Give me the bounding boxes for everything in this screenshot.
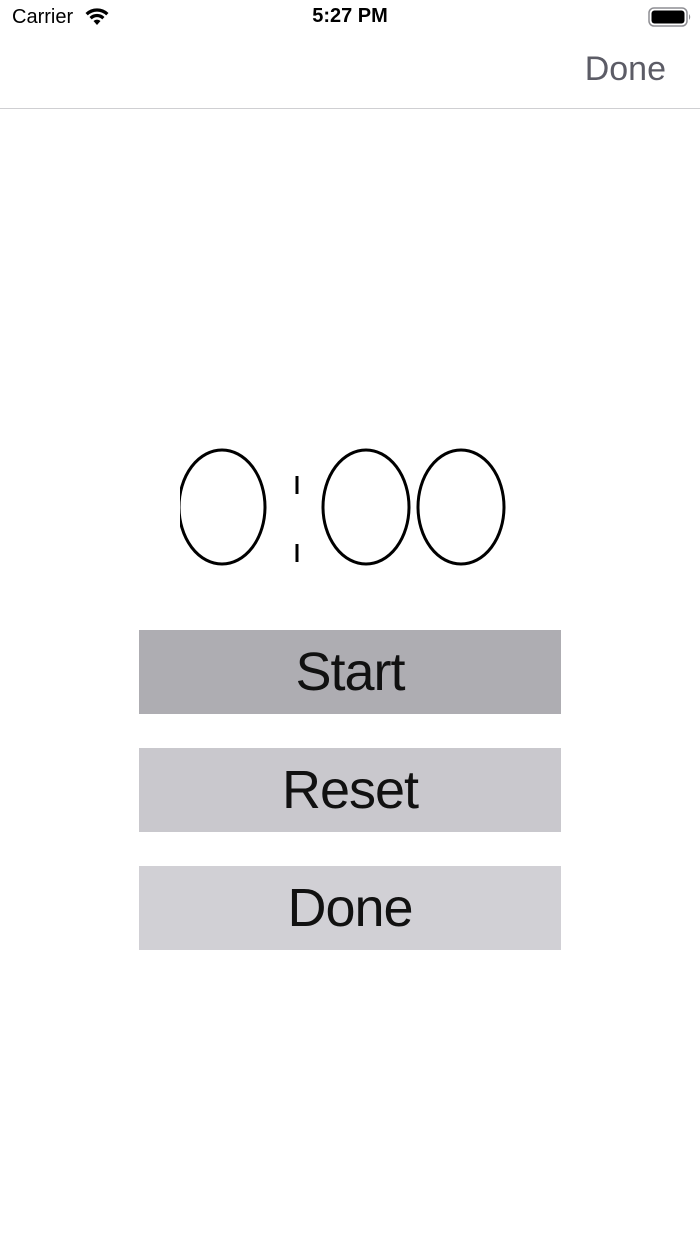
navigation-bar: Done — [0, 36, 700, 109]
done-button[interactable]: Done — [139, 866, 561, 950]
status-bar: Carrier 5:27 PM — [0, 0, 700, 36]
reset-button[interactable]: Reset — [139, 748, 561, 832]
timer-seconds-digit-tens — [321, 448, 411, 566]
nav-done-button[interactable]: Done — [585, 50, 666, 89]
status-time: 5:27 PM — [312, 5, 388, 27]
timer-seconds-digit-ones — [416, 448, 506, 566]
timer-minutes-digit — [180, 448, 267, 566]
app-screen: Carrier 5:27 PM Done Start Reset Done — [0, 0, 700, 1244]
battery-icon — [648, 7, 692, 27]
start-button[interactable]: Start — [139, 630, 561, 714]
timer-display — [0, 432, 700, 582]
